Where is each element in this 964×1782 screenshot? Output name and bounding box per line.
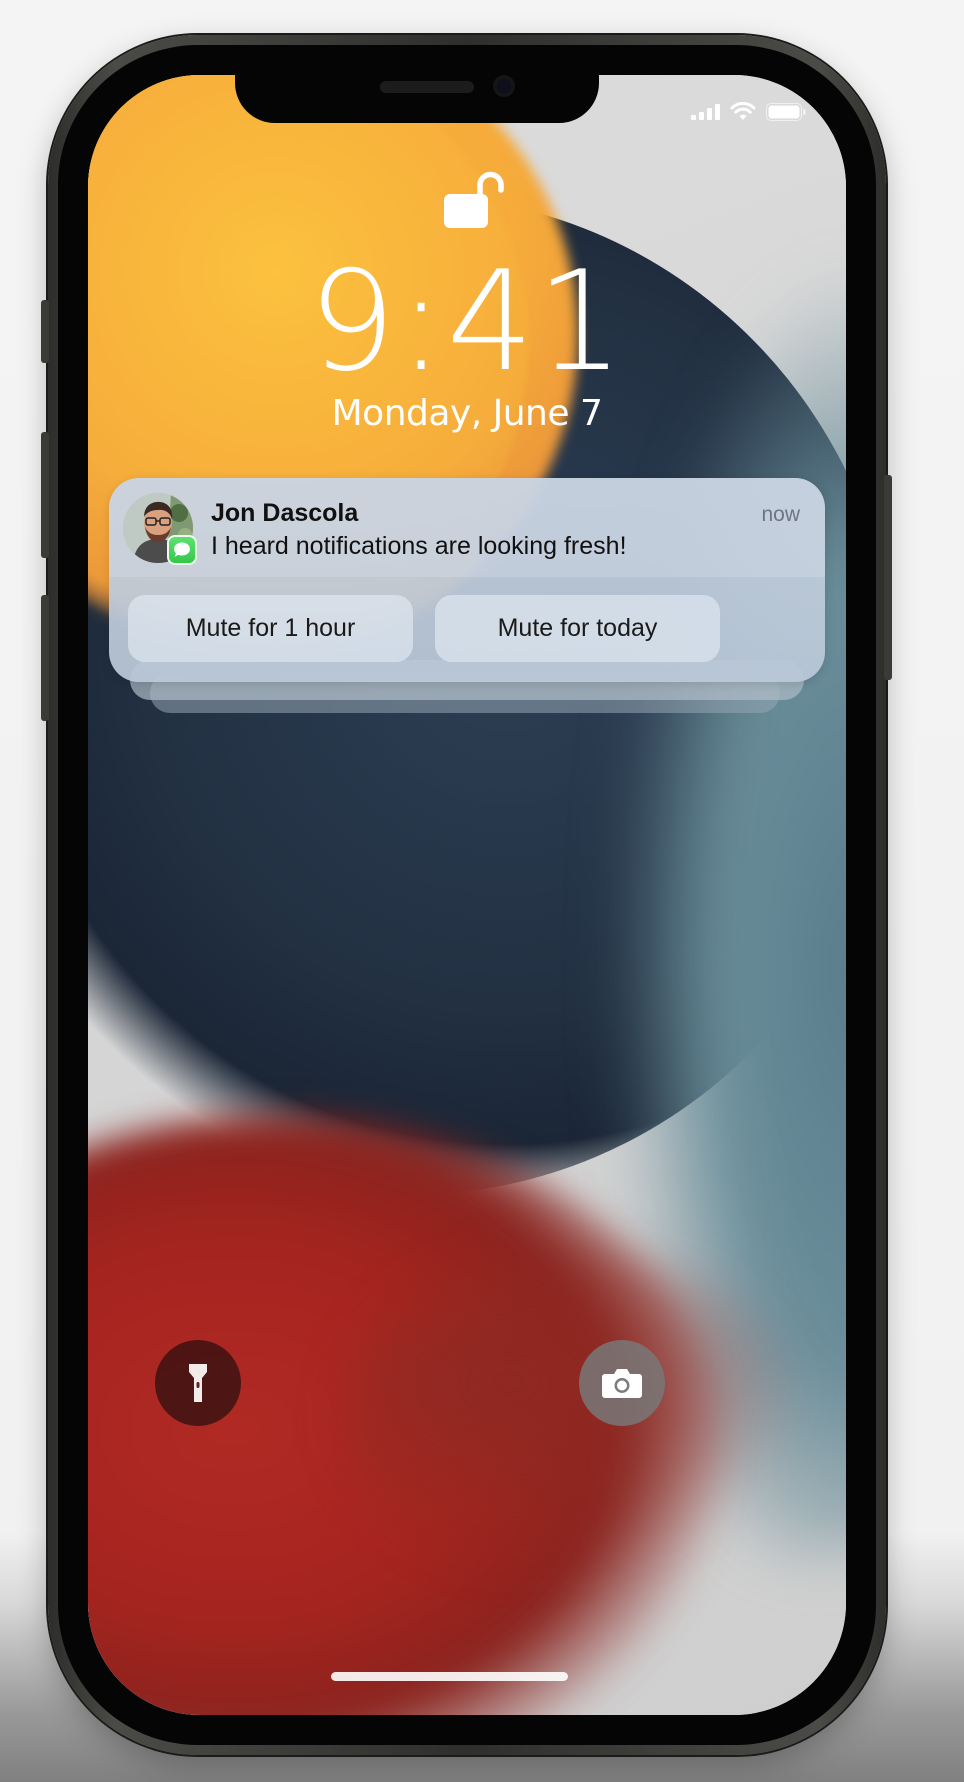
battery-icon [766, 103, 806, 121]
flashlight-button[interactable] [155, 1340, 241, 1426]
front-camera [493, 75, 515, 97]
notch [235, 75, 599, 123]
home-indicator[interactable] [331, 1672, 568, 1681]
side-button [884, 475, 892, 680]
volume-down-button [41, 595, 49, 721]
mute-for-today-button[interactable]: Mute for today [435, 595, 720, 662]
camera-button[interactable] [579, 1340, 665, 1426]
silent-switch [41, 300, 49, 363]
lock-screen-date: Monday, June 7 [331, 393, 603, 434]
notification-timestamp: now [761, 503, 800, 526]
volume-up-button [41, 432, 49, 558]
flashlight-icon [189, 1364, 207, 1402]
status-bar [691, 102, 806, 122]
message-notification[interactable]: Jon Dascola now I heard notifications ar… [109, 478, 825, 682]
mute-for-1-hour-button[interactable]: Mute for 1 hour [128, 595, 413, 662]
unlocked-padlock-icon [444, 171, 504, 228]
earpiece-speaker [380, 81, 474, 93]
lock-screen-time: 9:41 [308, 241, 626, 402]
messages-app-icon [167, 535, 197, 565]
cellular-signal-icon [691, 104, 720, 120]
notification-message: I heard notifications are looking fresh! [211, 532, 627, 560]
lock-screen: 9:41 Monday, June 7 Jon Dascola now I he… [88, 75, 846, 1715]
notification-actions: Mute for 1 hour Mute for today [128, 595, 720, 662]
wifi-icon [730, 102, 756, 120]
camera-icon [602, 1369, 642, 1398]
wallpaper-red-shadow [348, 1255, 808, 1575]
notification-sender: Jon Dascola [211, 499, 359, 527]
